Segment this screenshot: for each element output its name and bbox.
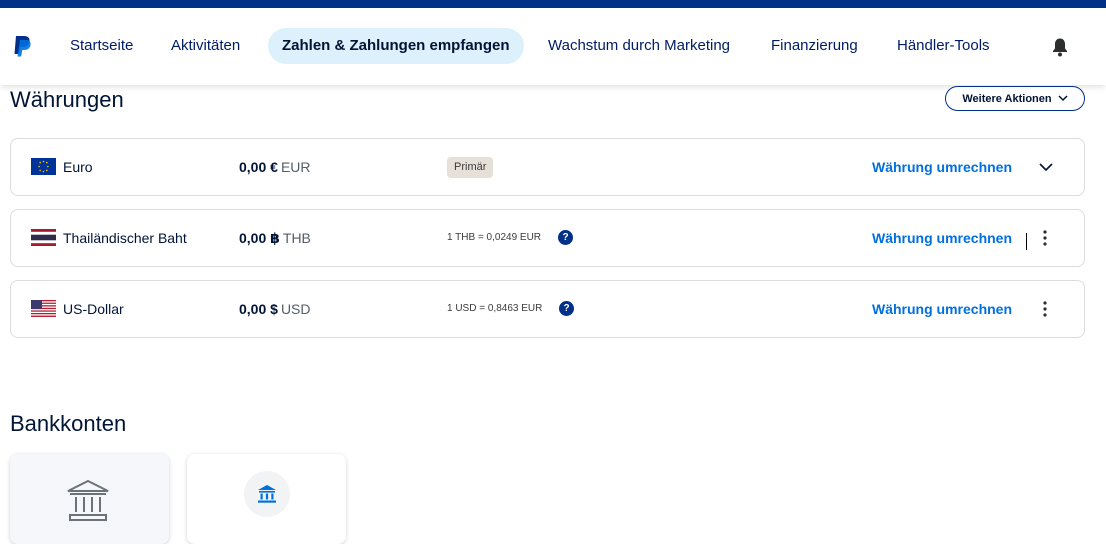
nav-item-aktivitaeten[interactable]: Aktivitäten [171,28,240,64]
thailand-flag-icon [31,229,56,246]
bank-accounts-title: Bankkonten [10,411,127,436]
currency-name: Euro [63,159,93,175]
bank-icon [258,485,276,503]
currency-name: US-Dollar [63,301,124,317]
eu-flag-icon [31,158,56,175]
more-options-icon[interactable] [1042,300,1048,318]
chevron-down-icon[interactable] [1039,160,1053,174]
nav-item-finanzierung[interactable]: Finanzierung [771,28,858,64]
nav-item-startseite[interactable]: Startseite [70,28,133,64]
exchange-rate: 1 THB = 0,0249 EUR [447,232,542,243]
primary-badge: Primär [447,157,494,178]
exchange-rate: 1 USD = 0,8463 EUR [447,303,543,314]
currency-row-euro: Euro 0,00 € EUR Primär Währung umrechnen [10,138,1085,196]
bank-account-card[interactable] [10,454,169,544]
help-icon[interactable]: ? [558,230,573,245]
nav-item-marketing[interactable]: Wachstum durch Marketing [548,28,730,64]
nav-item-zahlen[interactable]: Zahlen & Zahlungen empfangen [268,28,524,64]
more-actions-label: Weitere Aktionen [962,92,1052,105]
convert-currency-link[interactable]: Währung umrechnen [872,159,1012,175]
currency-amount: 0,00 ฿ THB [239,230,311,246]
currency-row-usd: US-Dollar 0,00 $ USD 1 USD = 0,8463 EUR ?… [10,280,1085,338]
more-options-icon[interactable] [1042,229,1048,247]
bell-icon[interactable] [1051,37,1069,57]
bank-icon-circle [244,471,290,517]
currencies-title: Währungen [10,87,124,112]
usa-flag-icon [31,300,56,317]
text-cursor [1026,233,1027,250]
convert-currency-link[interactable]: Währung umrechnen [872,301,1012,317]
top-brand-stripe [0,0,1106,8]
nav-item-haendler-tools[interactable]: Händler-Tools [897,28,990,64]
currency-amount: 0,00 € EUR [239,159,311,175]
convert-currency-link[interactable]: Währung umrechnen [872,230,1012,246]
currency-amount: 0,00 $ USD [239,301,311,317]
bank-building-icon [67,479,109,521]
chevron-down-icon [1058,95,1068,102]
more-actions-button[interactable]: Weitere Aktionen [945,86,1085,111]
help-icon[interactable]: ? [559,301,574,316]
add-bank-account-card[interactable] [187,454,346,544]
currency-name: Thailändischer Baht [63,230,187,246]
currency-row-thb: Thailändischer Baht 0,00 ฿ THB 1 THB = 0,… [10,209,1085,267]
main-navbar: Startseite Aktivitäten Zahlen & Zahlunge… [0,8,1106,85]
